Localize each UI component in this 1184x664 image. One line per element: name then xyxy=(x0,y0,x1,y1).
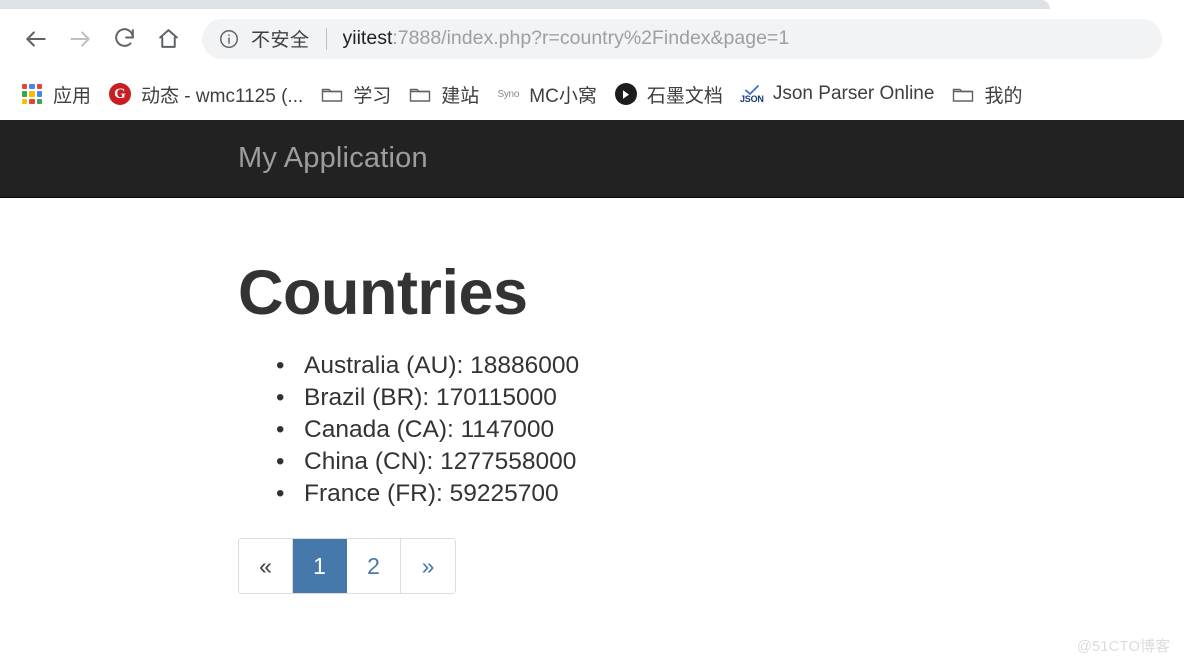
bookmark-study-folder[interactable]: 学习 xyxy=(312,76,400,112)
bookmark-label: Json Parser Online xyxy=(772,83,935,104)
bookmark-label: 应用 xyxy=(53,85,92,107)
tab-strip-background xyxy=(0,0,1050,9)
back-button[interactable] xyxy=(14,17,58,61)
bookmark-apps[interactable]: 应用 xyxy=(12,76,100,112)
pagination-first-button[interactable]: « xyxy=(239,539,293,594)
url-path: :7888/index.php?r=country%2Findex&page=1 xyxy=(392,27,790,49)
reload-button[interactable] xyxy=(102,17,146,61)
page-viewport: My Application Countries Australia (AU):… xyxy=(0,120,1184,664)
bookmark-json-parser[interactable]: JSON Json Parser Online xyxy=(732,76,944,112)
list-item: Brazil (BR): 170115000 xyxy=(276,382,1184,414)
list-item: Canada (CA): 1147000 xyxy=(276,414,1184,446)
folder-icon xyxy=(952,83,974,105)
shimo-logo-icon xyxy=(614,83,637,105)
bookmark-shimo-docs[interactable]: 石墨文档 xyxy=(606,76,732,112)
pagination-page-2[interactable]: 2 xyxy=(347,539,401,594)
page-title: Countries xyxy=(238,258,528,328)
list-item: France (FR): 59225700 xyxy=(276,478,1184,510)
folder-icon xyxy=(409,83,431,105)
url-text: yiitest:7888/index.php?r=country%2Findex… xyxy=(343,27,790,50)
address-bar[interactable]: 不安全 yiitest:7888/index.php?r=country%2Fi… xyxy=(202,18,1162,59)
pagination-next-button[interactable]: » xyxy=(401,539,455,594)
site-navbar: My Application xyxy=(0,120,1184,198)
navbar-brand[interactable]: My Application xyxy=(238,142,428,175)
bookmark-mc-nest[interactable]: Syno MC小窝 xyxy=(488,76,606,112)
home-button[interactable] xyxy=(146,17,190,61)
bookmark-site-folder[interactable]: 建站 xyxy=(400,76,488,112)
page-container: Countries Australia (AU): 18886000 Brazi… xyxy=(0,258,1184,595)
bookmark-label: MC小窝 xyxy=(529,85,597,107)
pagination: « 1 2 » xyxy=(238,538,456,595)
bookmark-label: 石墨文档 xyxy=(646,85,723,107)
country-list: Australia (AU): 18886000 Brazil (BR): 17… xyxy=(238,350,1184,510)
bookmark-label: 学习 xyxy=(353,85,392,107)
apps-grid-icon xyxy=(21,83,43,105)
bookmark-gitee[interactable]: G 动态 - wmc1125 (... xyxy=(100,76,312,112)
json-check-icon: JSON xyxy=(740,83,764,105)
list-item: Australia (AU): 18886000 xyxy=(276,350,1184,382)
list-item: China (CN): 1277558000 xyxy=(276,446,1184,478)
info-circle-icon[interactable] xyxy=(218,28,240,50)
browser-toolbar: 不安全 yiitest:7888/index.php?r=country%2Fi… xyxy=(0,9,1184,68)
bookmark-label: 我的 xyxy=(984,85,1023,107)
bookmark-label: 建站 xyxy=(441,85,480,107)
tab-strip xyxy=(0,0,1184,9)
browser-window: 不安全 yiitest:7888/index.php?r=country%2Fi… xyxy=(0,0,1184,664)
bookmark-label: 动态 - wmc1125 (... xyxy=(141,85,304,107)
pagination-page-1[interactable]: 1 xyxy=(293,539,347,594)
watermark: @51CTO博客 xyxy=(1076,638,1170,655)
synology-icon: Syno xyxy=(497,88,520,100)
url-host: yiitest xyxy=(342,27,393,49)
bookmarks-bar: 应用 G 动态 - wmc1125 (... 学习 建站 Syno MC小窝 石… xyxy=(0,68,1184,120)
forward-button[interactable] xyxy=(58,17,102,61)
omnibox-divider xyxy=(325,27,327,50)
security-status-label: 不安全 xyxy=(251,30,310,51)
tab-strip-empty-area xyxy=(1050,0,1184,9)
gitee-logo-icon: G xyxy=(109,83,132,105)
bookmark-mine-folder[interactable]: 我的 xyxy=(943,76,1031,112)
folder-icon xyxy=(321,83,343,105)
